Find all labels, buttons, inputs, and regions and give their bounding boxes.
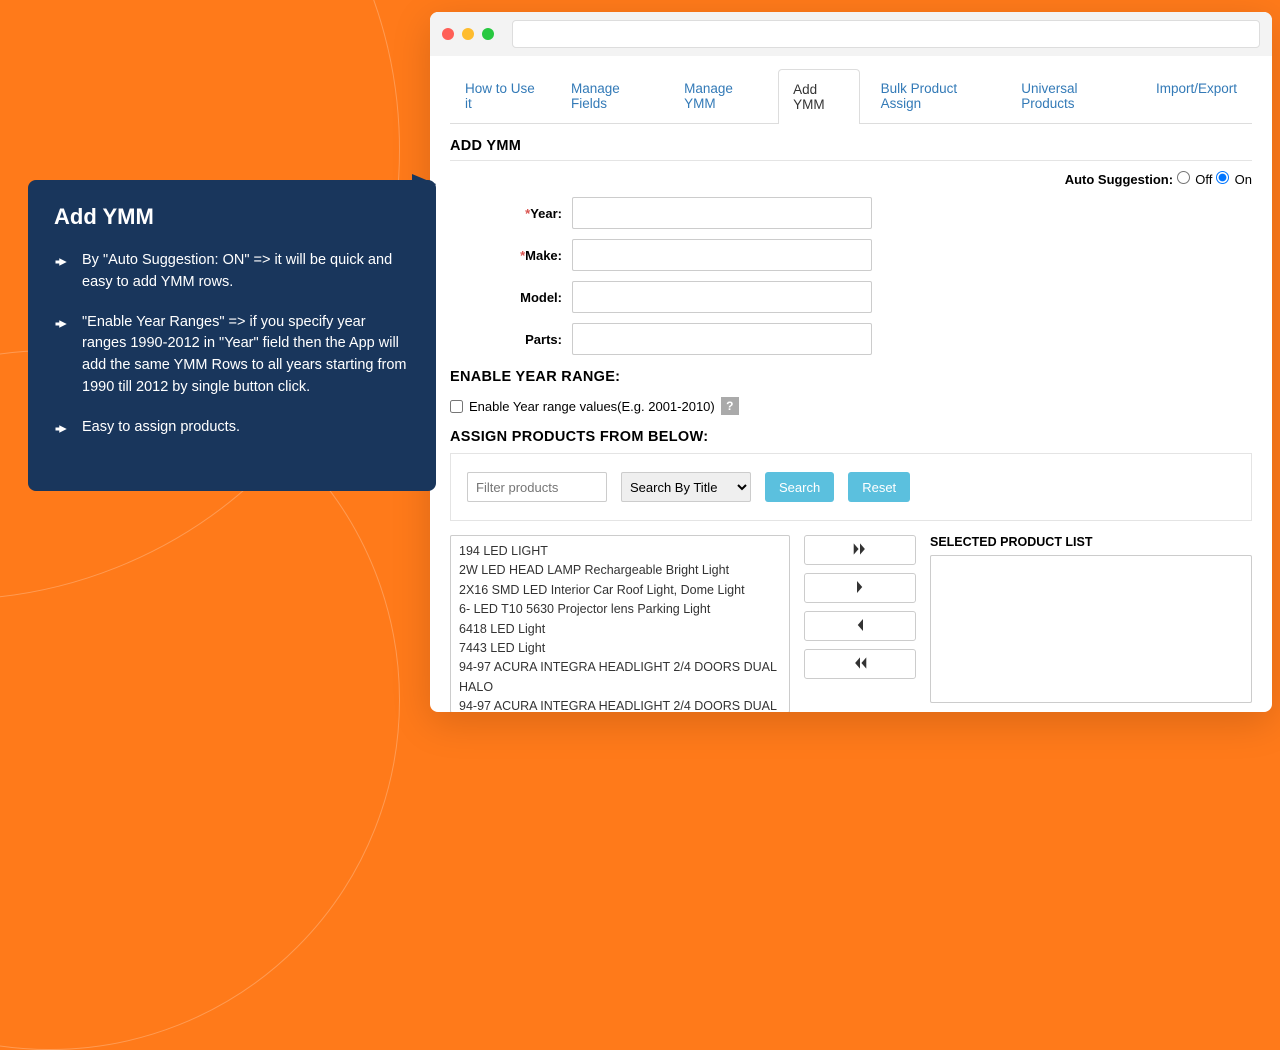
minimize-icon[interactable]	[462, 28, 474, 40]
filter-box: Search By Title Search Reset	[450, 453, 1252, 521]
year-field[interactable]	[572, 197, 872, 229]
double-chevron-right-icon	[853, 543, 867, 558]
parts-field[interactable]	[572, 323, 872, 355]
callout-bullet: "Enable Year Ranges" => if you specify y…	[54, 312, 410, 399]
list-item[interactable]: 2W LED HEAD LAMP Rechargeable Bright Lig…	[459, 561, 781, 580]
filter-products-input[interactable]	[467, 472, 607, 502]
product-list[interactable]: 194 LED LIGHT 2W LED HEAD LAMP Rechargea…	[450, 535, 790, 712]
callout-bullet: Easy to assign products.	[54, 417, 410, 446]
chevron-right-icon	[855, 581, 865, 596]
page-title: ADD YMM	[450, 138, 1252, 161]
list-item[interactable]: 194 LED LIGHT	[459, 542, 781, 561]
auto-suggestion-on[interactable]	[1216, 171, 1229, 184]
callout-bullet: By "Auto Suggestion: ON" => it will be q…	[54, 250, 410, 294]
url-bar[interactable]	[512, 20, 1260, 48]
app-window: How to Use it Manage Fields Manage YMM A…	[430, 12, 1272, 712]
double-chevron-left-icon	[853, 657, 867, 672]
selected-product-list-title: SELECTED PRODUCT LIST	[930, 535, 1252, 549]
tab-bulk-assign[interactable]: Bulk Product Assign	[866, 68, 1001, 123]
move-all-left-button[interactable]	[804, 649, 916, 679]
list-item[interactable]: 7443 LED Light	[459, 639, 781, 658]
make-field[interactable]	[572, 239, 872, 271]
search-button[interactable]: Search	[765, 472, 834, 502]
selected-product-list[interactable]	[930, 555, 1252, 703]
model-field[interactable]	[572, 281, 872, 313]
assign-products-title: ASSIGN PRODUCTS FROM BELOW:	[450, 429, 1252, 445]
maximize-icon[interactable]	[482, 28, 494, 40]
move-right-button[interactable]	[804, 573, 916, 603]
enable-year-range-title: ENABLE YEAR RANGE:	[450, 369, 1252, 385]
list-item[interactable]: 94-97 ACURA INTEGRA HEADLIGHT 2/4 DOORS …	[459, 658, 781, 697]
list-item[interactable]: 6418 LED Light	[459, 620, 781, 639]
auto-suggestion-toggle: Auto Suggestion: Off On	[450, 171, 1252, 187]
enable-year-range-label: Enable Year range values(E.g. 2001-2010)	[469, 399, 715, 414]
point-right-icon	[54, 420, 72, 446]
year-label: *Year:	[450, 206, 572, 221]
close-icon[interactable]	[442, 28, 454, 40]
chevron-left-icon	[855, 619, 865, 634]
help-icon[interactable]: ?	[721, 397, 739, 415]
model-label: Model:	[450, 290, 572, 305]
titlebar	[430, 12, 1272, 56]
tab-import-export[interactable]: Import/Export	[1141, 68, 1252, 123]
tab-manage-fields[interactable]: Manage Fields	[556, 68, 663, 123]
list-item[interactable]: 2X16 SMD LED Interior Car Roof Light, Do…	[459, 581, 781, 600]
tabs: How to Use it Manage Fields Manage YMM A…	[450, 68, 1252, 124]
tab-add-ymm[interactable]: Add YMM	[778, 69, 859, 124]
make-label: *Make:	[450, 248, 572, 263]
point-right-icon	[54, 315, 72, 341]
tab-how-to-use[interactable]: How to Use it	[450, 68, 550, 123]
auto-suggestion-off[interactable]	[1177, 171, 1190, 184]
point-right-icon	[54, 253, 72, 279]
enable-year-range-checkbox[interactable]	[450, 400, 463, 413]
list-item[interactable]: 94-97 ACURA INTEGRA HEADLIGHT 2/4 DOORS …	[459, 697, 781, 712]
tab-universal-products[interactable]: Universal Products	[1006, 68, 1135, 123]
reset-button[interactable]: Reset	[848, 472, 910, 502]
tab-manage-ymm[interactable]: Manage YMM	[669, 68, 772, 123]
search-by-select[interactable]: Search By Title	[621, 472, 751, 502]
list-item[interactable]: 6- LED T10 5630 Projector lens Parking L…	[459, 600, 781, 619]
callout-panel: Add YMM By "Auto Suggestion: ON" => it w…	[28, 180, 436, 491]
callout-title: Add YMM	[54, 204, 410, 230]
parts-label: Parts:	[450, 332, 572, 347]
move-all-right-button[interactable]	[804, 535, 916, 565]
move-left-button[interactable]	[804, 611, 916, 641]
